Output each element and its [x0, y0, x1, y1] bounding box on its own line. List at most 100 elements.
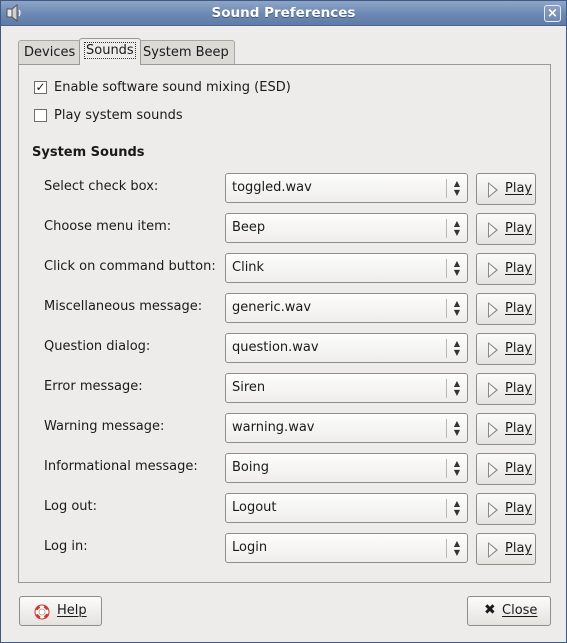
play-icon: [488, 502, 498, 518]
close-label: Close: [502, 603, 538, 618]
sound-preferences-window: Sound Preferences × Devices Sounds Syste…: [0, 0, 567, 643]
sound-select-combo[interactable]: generic.wav ▲ ▼: [225, 293, 468, 323]
play-button[interactable]: Play: [476, 453, 536, 485]
sound-row-log-in: Log in: Login ▲ ▼ Play: [1, 533, 567, 565]
combo-separator: [446, 499, 447, 518]
up-down-arrows-icon: ▲ ▼: [453, 539, 461, 557]
play-icon: [488, 422, 498, 438]
combo-separator: [446, 379, 447, 398]
play-button[interactable]: Play: [476, 293, 536, 325]
play-button[interactable]: Play: [476, 413, 536, 445]
sound-row-error-message: Error message: Siren ▲ ▼ Play: [1, 373, 567, 405]
up-down-arrows-icon: ▲ ▼: [453, 219, 461, 237]
sound-row-label: Select check box:: [44, 179, 159, 194]
play-button[interactable]: Play: [476, 373, 536, 405]
sound-row-select-check-box: Select check box: toggled.wav ▲ ▼ Play: [1, 173, 567, 205]
up-down-arrows-icon: ▲ ▼: [453, 339, 461, 357]
sound-row-label: Question dialog:: [44, 339, 151, 354]
up-down-arrows-icon: ▲ ▼: [453, 419, 461, 437]
sound-row-label: Click on command button:: [44, 259, 216, 274]
sound-row-choose-menu-item: Choose menu item: Beep ▲ ▼ Play: [1, 213, 567, 245]
sound-select-combo[interactable]: Logout ▲ ▼: [225, 493, 468, 523]
combo-value: Logout: [232, 500, 277, 515]
play-label: Play: [505, 341, 533, 356]
play-label: Play: [505, 181, 533, 196]
help-label: Help: [57, 603, 87, 618]
lifebuoy-icon: [34, 604, 50, 620]
play-icon: [488, 382, 498, 398]
up-down-arrows-icon: ▲ ▼: [453, 299, 461, 317]
play-icon: [488, 302, 498, 318]
combo-value: Beep: [232, 220, 266, 235]
up-down-arrows-icon: ▲ ▼: [453, 259, 461, 277]
combo-separator: [446, 299, 447, 318]
enable-mixing-checkbox[interactable]: ✓: [34, 81, 47, 94]
sound-select-combo[interactable]: Siren ▲ ▼: [225, 373, 468, 403]
up-down-arrows-icon: ▲ ▼: [453, 499, 461, 517]
enable-mixing-label: Enable software sound mixing (ESD): [54, 80, 291, 95]
sound-row-label: Error message:: [44, 379, 143, 394]
sound-select-combo[interactable]: Login ▲ ▼: [225, 533, 468, 563]
sound-row-label: Log in:: [44, 539, 88, 554]
sound-select-combo[interactable]: Clink ▲ ▼: [225, 253, 468, 283]
play-button[interactable]: Play: [476, 493, 536, 525]
play-system-sounds-label: Play system sounds: [54, 108, 183, 123]
play-icon: [488, 342, 498, 358]
sound-select-combo[interactable]: Boing ▲ ▼: [225, 453, 468, 483]
play-label: Play: [505, 541, 533, 556]
sound-row-label: Informational message:: [44, 459, 198, 474]
play-icon: [488, 462, 498, 478]
panel-content: ✓ Enable software sound mixing (ESD) Pla…: [1, 1, 566, 642]
play-label: Play: [505, 501, 533, 516]
sound-select-combo[interactable]: question.wav ▲ ▼: [225, 333, 468, 363]
play-button[interactable]: Play: [476, 173, 536, 205]
combo-separator: [446, 459, 447, 478]
combo-separator: [446, 539, 447, 558]
play-label: Play: [505, 381, 533, 396]
sound-select-combo[interactable]: Beep ▲ ▼: [225, 213, 468, 243]
play-label: Play: [505, 301, 533, 316]
combo-value: toggled.wav: [232, 180, 312, 195]
sound-row-warning-message: Warning message: warning.wav ▲ ▼ Play: [1, 413, 567, 445]
combo-value: Siren: [232, 380, 266, 395]
play-label: Play: [505, 221, 533, 236]
combo-value: warning.wav: [232, 420, 315, 435]
play-icon: [488, 542, 498, 558]
play-system-sounds-checkbox[interactable]: [34, 109, 47, 122]
combo-value: question.wav: [232, 340, 319, 355]
combo-value: Clink: [232, 260, 265, 275]
close-x-icon: ✖: [484, 602, 496, 618]
combo-separator: [446, 179, 447, 198]
up-down-arrows-icon: ▲ ▼: [453, 459, 461, 477]
sound-select-combo[interactable]: warning.wav ▲ ▼: [225, 413, 468, 443]
sound-row-label: Warning message:: [44, 419, 165, 434]
play-button[interactable]: Play: [476, 533, 536, 565]
play-icon: [488, 182, 498, 198]
sound-row-click-on-command-button: Click on command button: Clink ▲ ▼ Play: [1, 253, 567, 285]
play-button[interactable]: Play: [476, 213, 536, 245]
sound-row-miscellaneous-message: Miscellaneous message: generic.wav ▲ ▼ Pl…: [1, 293, 567, 325]
sound-row-question-dialog: Question dialog: question.wav ▲ ▼ Play: [1, 333, 567, 365]
play-icon: [488, 262, 498, 278]
play-label: Play: [505, 261, 533, 276]
play-button[interactable]: Play: [476, 253, 536, 285]
sound-select-combo[interactable]: toggled.wav ▲ ▼: [225, 173, 468, 203]
close-button[interactable]: ✖ Close: [467, 596, 551, 626]
sound-row-informational-message: Informational message: Boing ▲ ▼ Play: [1, 453, 567, 485]
sound-row-label: Choose menu item:: [44, 219, 172, 234]
combo-separator: [446, 339, 447, 358]
up-down-arrows-icon: ▲ ▼: [453, 379, 461, 397]
combo-separator: [446, 219, 447, 238]
sound-row-log-out: Log out: Logout ▲ ▼ Play: [1, 493, 567, 525]
sound-row-label: Miscellaneous message:: [44, 299, 203, 314]
system-sounds-heading: System Sounds: [32, 145, 145, 160]
sound-row-label: Log out:: [44, 499, 98, 514]
help-button[interactable]: Help: [19, 596, 102, 626]
play-button[interactable]: Play: [476, 333, 536, 365]
play-label: Play: [505, 461, 533, 476]
combo-value: generic.wav: [232, 300, 312, 315]
play-icon: [488, 222, 498, 238]
combo-value: Login: [232, 540, 268, 555]
combo-separator: [446, 259, 447, 278]
combo-value: Boing: [232, 460, 269, 475]
